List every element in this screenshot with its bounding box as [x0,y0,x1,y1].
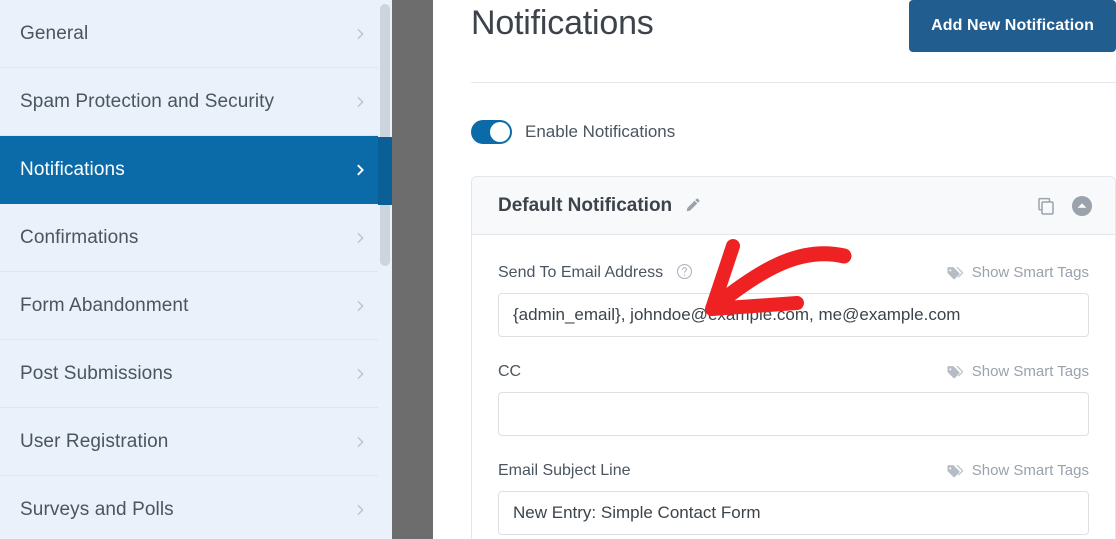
field-label: Send To Email Address [498,264,664,281]
sidebar-item-label: General [20,22,89,44]
show-smart-tags-cc[interactable]: Show Smart Tags [945,360,1089,384]
show-smart-tags-label: Show Smart Tags [971,462,1089,479]
sidebar-item-label: Notifications [20,158,125,180]
add-new-notification-button[interactable]: Add New Notification [909,0,1116,52]
sidebar-item-spam-protection-and-security[interactable]: Spam Protection and Security [0,68,392,136]
sidebar-item-label: Form Abandonment [20,294,189,316]
duplicate-icon[interactable] [1035,195,1057,217]
field-label: Email Subject Line [498,462,631,479]
tag-icon [945,462,964,481]
page-header: Notifications Add New Notification [433,0,1116,83]
pencil-icon[interactable] [683,197,701,215]
cc-input[interactable] [498,392,1089,436]
sidebar-item-user-registration[interactable]: User Registration [0,408,392,476]
page-title: Notifications [471,4,654,42]
sidebar-item-notifications[interactable]: Notifications [0,136,392,204]
enable-notifications-label: Enable Notifications [525,122,676,141]
show-smart-tags-label: Show Smart Tags [971,363,1089,380]
enable-notifications-row: Enable Notifications [471,120,675,144]
sidebar-item-general[interactable]: General [0,0,392,68]
sidebar-item-label: Surveys and Polls [20,498,174,520]
show-smart-tags-subject[interactable]: Show Smart Tags [945,459,1089,483]
wpforms-notifications-settings-screen: General Spam Protection and Security Not… [0,0,1116,539]
chevron-right-icon [353,163,367,177]
enable-notifications-toggle[interactable] [471,120,512,144]
chevron-right-icon [353,503,367,517]
notifications-panel: Notifications Add New Notification Enabl… [433,0,1116,539]
chevron-right-icon [353,367,367,381]
panel-divider-strip [392,0,433,539]
sidebar-item-post-submissions[interactable]: Post Submissions [0,340,392,408]
sidebar-item-label: User Registration [20,430,169,452]
chevron-right-icon [353,231,367,245]
field-send-to-email-address: Send To Email Address Show Smart Tags {a… [498,261,1089,337]
toggle-knob [490,122,510,142]
field-header: CC Show Smart Tags [498,360,1089,384]
chevron-right-icon [353,27,367,41]
sidebar-item-label: Spam Protection and Security [20,90,275,112]
chevron-right-icon [353,435,367,449]
sidebar-item-label: Post Submissions [20,362,173,384]
field-header: Email Subject Line Show Smart Tags [498,459,1089,483]
sidebar-scrollbar-track[interactable] [378,0,392,539]
header-divider [471,82,1116,83]
field-email-subject-line: Email Subject Line Show Smart Tags [498,459,1089,535]
field-label: CC [498,363,522,380]
show-smart-tags-send-to[interactable]: Show Smart Tags [945,261,1089,285]
sidebar-item-form-abandonment[interactable]: Form Abandonment [0,272,392,340]
tag-icon [945,264,964,283]
field-cc: CC Show Smart Tags [498,360,1089,436]
chevron-right-icon [353,95,367,109]
show-smart-tags-label: Show Smart Tags [971,264,1089,281]
help-circle-icon[interactable] [676,263,693,280]
chevron-right-icon [353,299,367,313]
default-notification-card: Default Notification Send To Email Addre… [471,176,1116,539]
sidebar-item-surveys-and-polls[interactable]: Surveys and Polls [0,476,392,539]
sidebar-scrollbar-thumb[interactable] [380,4,390,266]
notification-card-header: Default Notification [472,177,1115,235]
chevron-up-circle-icon[interactable] [1071,195,1093,217]
tag-icon [945,363,964,382]
notification-title: Default Notification [498,194,673,216]
notification-card-actions [1035,195,1093,217]
field-header: Send To Email Address Show Smart Tags [498,261,1089,285]
send-to-email-address-input[interactable] [498,293,1089,337]
settings-sidebar: General Spam Protection and Security Not… [0,0,392,539]
sidebar-item-confirmations[interactable]: Confirmations [0,204,392,272]
notification-card-body: Send To Email Address Show Smart Tags {a… [472,235,1115,535]
email-subject-line-input[interactable] [498,491,1089,535]
sidebar-item-label: Confirmations [20,226,139,248]
